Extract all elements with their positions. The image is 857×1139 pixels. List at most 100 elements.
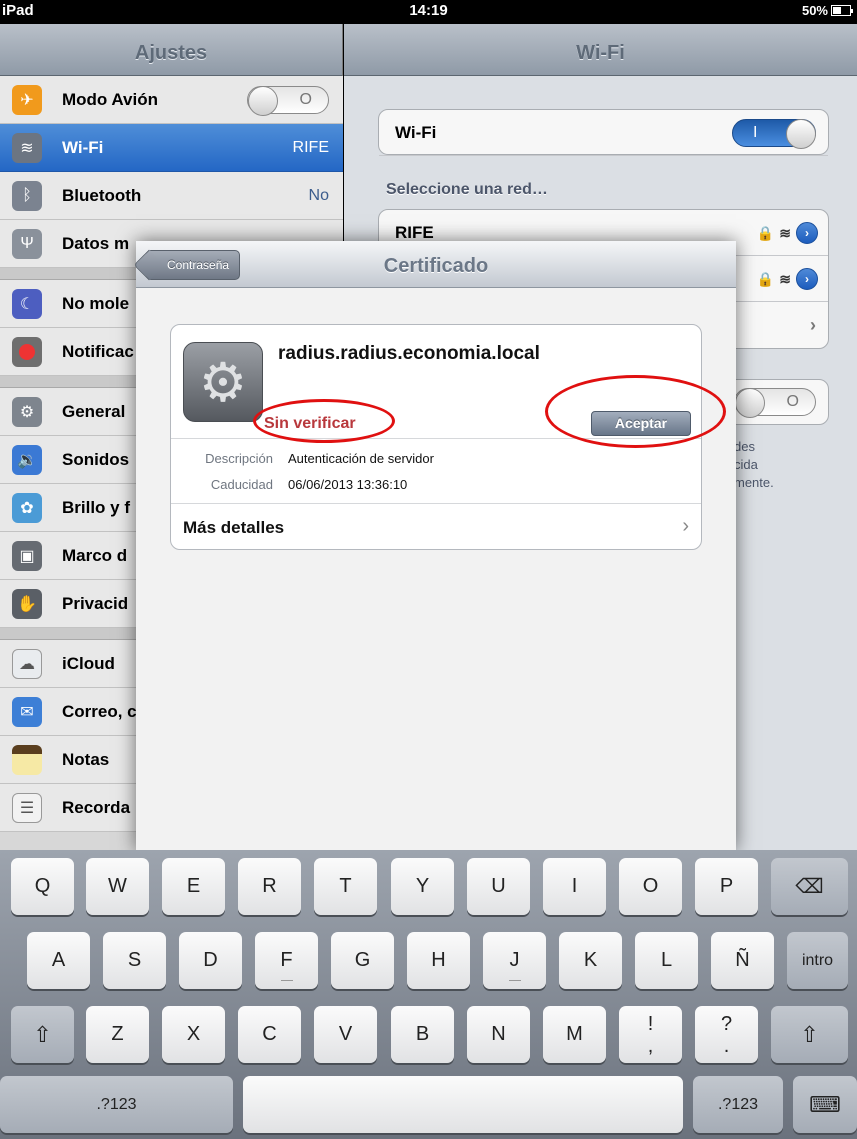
key-c[interactable]: C	[238, 1006, 301, 1063]
certificate-gear-icon: ⚙	[183, 342, 263, 422]
key-h[interactable]: H	[407, 932, 470, 989]
speaker-icon: 🔉	[12, 444, 42, 475]
key-o[interactable]: O	[619, 858, 682, 915]
footnote-line: mente.	[734, 475, 774, 490]
keyboard-hide-icon[interactable]: ⌨	[793, 1076, 857, 1133]
status-bar: iPad 14:19 50%	[0, 0, 857, 24]
key-g[interactable]: G	[331, 932, 394, 989]
shift-right-key[interactable]: ⇧	[771, 1006, 848, 1063]
sidebar-item-wifi[interactable]: ≋ Wi-Fi RIFE	[0, 124, 343, 172]
sidebar-item-label: No mole	[62, 293, 130, 313]
key-s[interactable]: S	[103, 932, 166, 989]
frame-icon: ▣	[12, 540, 42, 571]
return-key[interactable]: intro	[787, 932, 848, 989]
back-button[interactable]: Contraseña	[146, 250, 241, 280]
key-x[interactable]: X	[162, 1006, 225, 1063]
chevron-right-icon: ›	[682, 515, 689, 537]
annotation-ring-unverified	[253, 399, 395, 443]
space-bar[interactable]	[243, 1076, 683, 1133]
chevron-right-icon: ›	[810, 314, 816, 335]
description-value: Autenticación de servidor	[288, 451, 434, 466]
disclosure-button[interactable]: ›	[796, 268, 818, 290]
detail-title: Wi-Fi	[344, 24, 857, 76]
notes-icon	[12, 744, 42, 775]
key-label: F	[280, 949, 293, 971]
hand-icon: ✋	[12, 588, 42, 619]
choose-network-heading: Seleccione una red…	[386, 181, 548, 198]
key-k[interactable]: K	[559, 932, 622, 989]
sidebar-item-bluetooth[interactable]: ᛒ Bluetooth No	[0, 172, 343, 220]
key-lower-label: .	[723, 1034, 730, 1057]
divider	[171, 503, 701, 504]
key-p[interactable]: P	[695, 858, 758, 915]
expiry-label: Caducidad	[210, 477, 273, 492]
key-upper-label: ?	[720, 1012, 733, 1035]
key-y[interactable]: Y	[391, 858, 454, 915]
wifi-signal-icon: ≋	[779, 224, 791, 241]
footnote-line: cida	[734, 457, 758, 472]
lock-icon: 🔒	[756, 270, 775, 287]
sheet-title: Certificado	[383, 255, 489, 277]
key-a[interactable]: A	[27, 932, 90, 989]
sidebar-item-label: Datos m	[62, 233, 130, 253]
key-t[interactable]: T	[314, 858, 377, 915]
gear-icon: ⚙	[12, 396, 42, 427]
key-n-tilde[interactable]: Ñ	[711, 932, 774, 989]
more-details-link[interactable]: Más detalles	[183, 518, 284, 538]
key-v[interactable]: V	[314, 1006, 377, 1063]
sidebar-item-airplane-mode[interactable]: ✈ Modo Avión O	[0, 76, 343, 124]
key-d[interactable]: D	[179, 932, 242, 989]
reminders-icon: ☰	[12, 792, 42, 823]
bluetooth-icon: ᛒ	[12, 180, 42, 211]
key-z[interactable]: Z	[86, 1006, 149, 1063]
key-m[interactable]: M	[543, 1006, 606, 1063]
key-f[interactable]: F	[255, 932, 318, 989]
key-l[interactable]: L	[635, 932, 698, 989]
sidebar-item-label: General	[62, 401, 126, 421]
key-w[interactable]: W	[86, 858, 149, 915]
footnote-line: des	[734, 439, 755, 454]
key-r[interactable]: R	[238, 858, 301, 915]
key-q[interactable]: Q	[11, 858, 74, 915]
switch-state: O	[299, 90, 312, 108]
lock-icon: 🔒	[756, 224, 775, 241]
key-e[interactable]: E	[162, 858, 225, 915]
airplane-mode-switch[interactable]: O	[247, 85, 329, 116]
sidebar-item-label: Brillo y f	[62, 497, 131, 517]
sidebar-item-label: Notificac	[62, 341, 134, 361]
key-i[interactable]: I	[543, 858, 606, 915]
battery-icon	[831, 5, 853, 16]
wifi-icon: ≋	[12, 132, 42, 163]
key-question-period[interactable]: ?.	[695, 1006, 758, 1063]
key-j[interactable]: J	[483, 932, 546, 989]
shift-left-key[interactable]: ⇧	[11, 1006, 74, 1063]
numbers-key-right[interactable]: .?123	[693, 1076, 783, 1133]
mail-icon: ✉	[12, 696, 42, 727]
description-label: Descripción	[205, 451, 273, 466]
network-status-icons: 🔒 ≋ ›	[757, 222, 818, 244]
cloud-icon: ☁	[12, 648, 42, 679]
wifi-switch[interactable]: I	[732, 119, 816, 149]
certificate-name: radius.radius.economia.local	[278, 343, 540, 364]
notifications-icon	[12, 336, 42, 367]
sidebar-item-label: Bluetooth	[62, 185, 142, 205]
sidebar-item-label: Correo, c	[62, 701, 137, 721]
ask-to-join-switch[interactable]: O	[734, 388, 816, 418]
clock: 14:19	[409, 2, 448, 19]
sheet-navbar: Contraseña Certificado	[136, 241, 736, 288]
backspace-key[interactable]: ⌫	[771, 858, 848, 915]
switch-state: O	[786, 393, 799, 410]
numbers-key-left[interactable]: .?123	[0, 1076, 233, 1133]
key-b[interactable]: B	[391, 1006, 454, 1063]
sidebar-item-value: No	[308, 186, 329, 204]
wifi-signal-icon: ≋	[779, 270, 791, 287]
sidebar-title: Ajustes	[0, 24, 342, 76]
sidebar-item-label: Sonidos	[62, 449, 130, 469]
sidebar-item-value: RIFE	[292, 138, 329, 156]
key-u[interactable]: U	[467, 858, 530, 915]
key-n[interactable]: N	[467, 1006, 530, 1063]
battery-percent: 50%	[801, 3, 828, 18]
disclosure-button[interactable]: ›	[796, 222, 818, 244]
key-exclamation-comma[interactable]: !,	[619, 1006, 682, 1063]
annotation-ring-accept	[545, 375, 726, 448]
